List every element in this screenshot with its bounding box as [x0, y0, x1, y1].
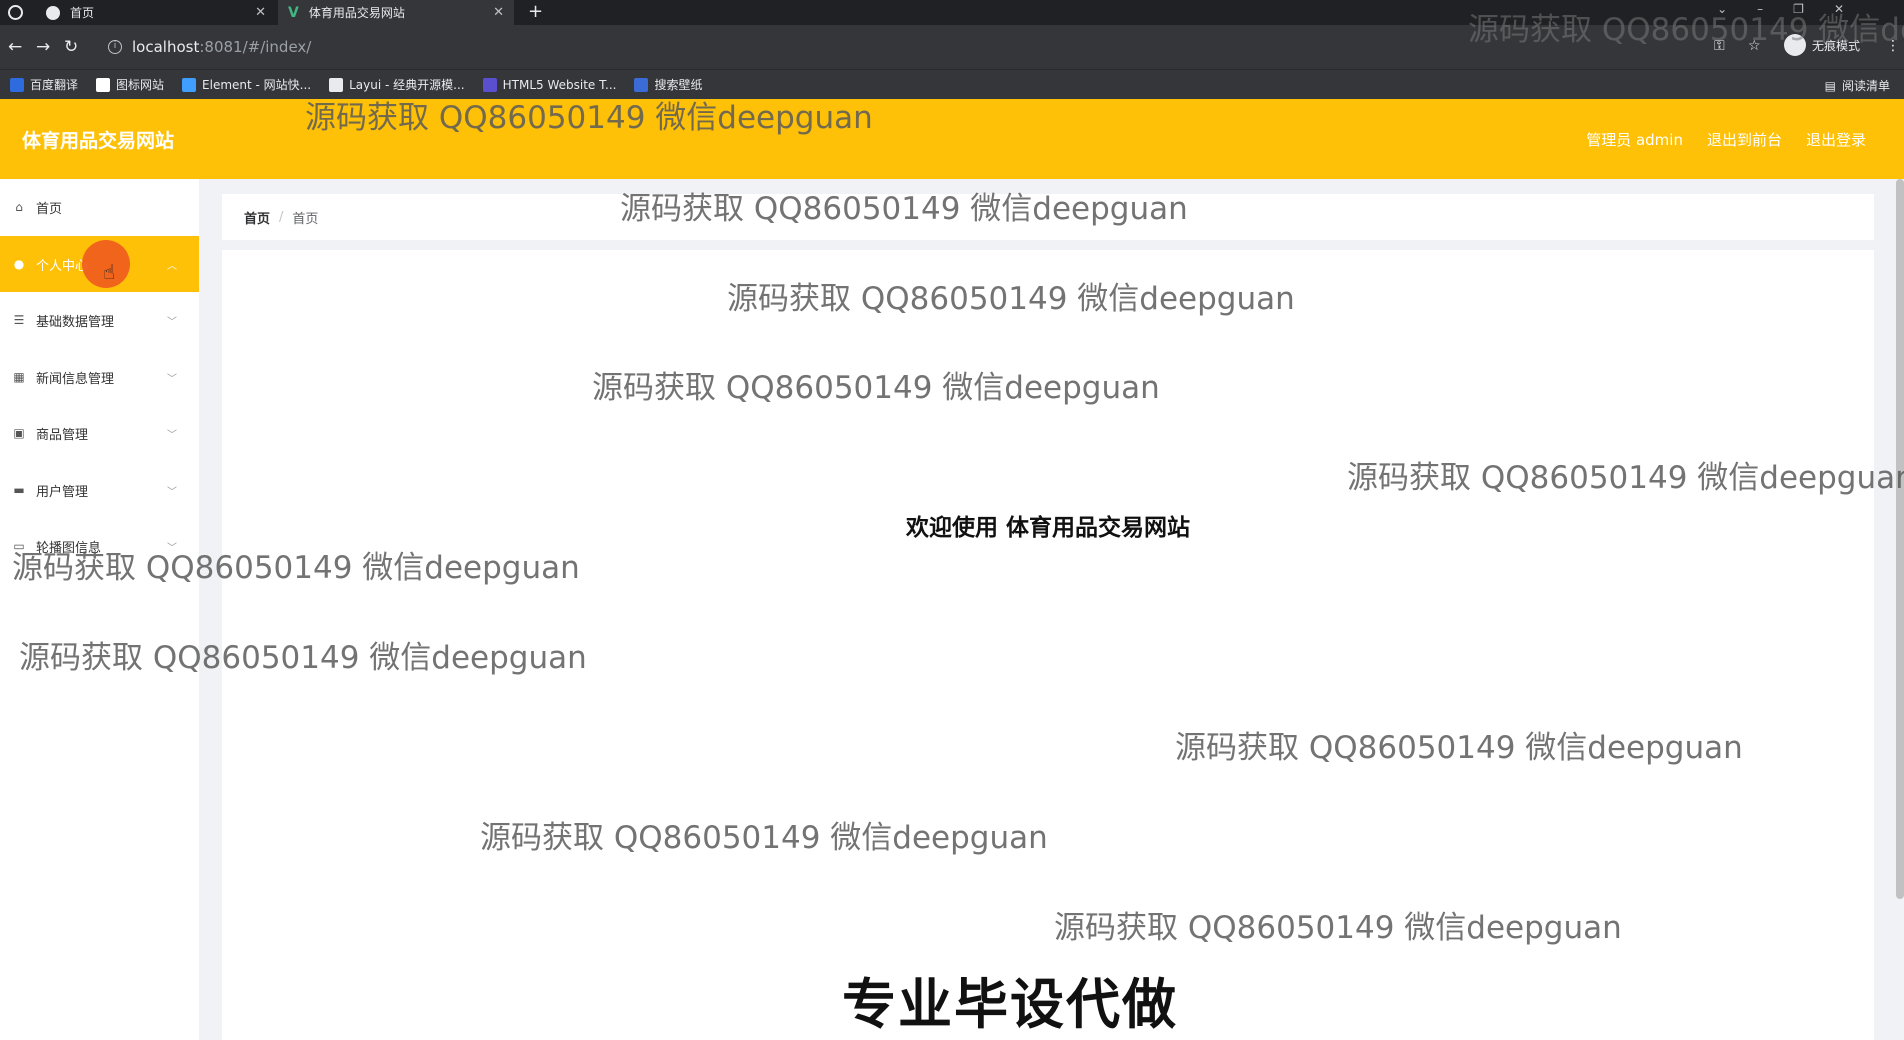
- user-icon: ●: [13, 257, 25, 271]
- bookmark-item[interactable]: Element - 网站快...: [182, 76, 311, 93]
- flag-icon: [96, 77, 111, 92]
- watermark: 源码获取 QQ86050149 微信deepguan: [1175, 730, 1743, 766]
- url-path: :8081/#/index/: [199, 38, 312, 56]
- grid-icon: ▦: [13, 370, 25, 384]
- bookmark-item[interactable]: 百度翻译: [10, 76, 78, 93]
- sidebar-item-label: 基础数据管理: [36, 314, 115, 330]
- back-icon[interactable]: ←: [8, 37, 22, 57]
- clipboard-icon: ▣: [13, 426, 25, 440]
- list-icon: ☰: [13, 313, 25, 327]
- sidebar-item-label: 首页: [36, 201, 63, 217]
- bookmark-item[interactable]: 搜索壁纸: [634, 76, 702, 93]
- admin-label: 管理员 admin: [1586, 131, 1683, 149]
- watermark: 源码获取 QQ86050149 微信deepguan: [480, 820, 1048, 856]
- home-icon: ⌂: [15, 200, 23, 214]
- watermark: 源码获取 QQ86050149 微信deepguan: [727, 281, 1295, 317]
- sidebar-item-label: 个人中心: [36, 258, 89, 274]
- site-info-icon[interactable]: i: [108, 40, 122, 54]
- sidebar-item-home[interactable]: ⌂ 首页: [0, 179, 199, 235]
- back-to-front-link[interactable]: 退出到前台: [1707, 129, 1782, 150]
- globe-icon: [46, 5, 60, 20]
- close-tab-icon[interactable]: ✕: [255, 5, 266, 20]
- chevron-down-icon: ﹀: [167, 373, 177, 385]
- bookmark-item[interactable]: Layui - 经典开源模...: [329, 76, 465, 93]
- watermark: 源码获取 QQ86050149 微信deepguan: [1468, 12, 1904, 48]
- sidebar-item-label: 用户管理: [36, 484, 89, 500]
- browser-icon: [8, 5, 23, 20]
- watermark: 源码获取 QQ86050149 微信deepguan: [620, 191, 1188, 227]
- watermark: 源码获取 QQ86050149 微信deepguan: [305, 100, 873, 136]
- bookmark-label: HTML5 Website T...: [502, 77, 617, 92]
- sidebar: ⌂ 首页 ● 个人中心 ︿ ☰ 基础数据管理 ﹀ ▦ 新闻信息管理 ﹀ ▣ 商品…: [0, 179, 199, 1040]
- vue-logo-icon: V: [288, 4, 299, 21]
- close-tab-icon[interactable]: ✕: [493, 5, 504, 20]
- bookmark-label: 百度翻译: [30, 78, 79, 92]
- sidebar-item-basic-data[interactable]: ☰ 基础数据管理 ﹀: [0, 292, 199, 348]
- watermark: 源码获取 QQ86050149 微信deepguan: [1347, 460, 1904, 496]
- url-host: localhost: [132, 38, 200, 56]
- reading-list-label: 阅读清单: [1841, 79, 1890, 93]
- bookmark-item[interactable]: 图标网站: [96, 76, 164, 93]
- sidebar-item-goods[interactable]: ▣ 商品管理 ﹀: [0, 405, 199, 461]
- logout-link[interactable]: 退出登录: [1806, 129, 1866, 150]
- chevron-down-icon: ﹀: [167, 486, 177, 498]
- hand-cursor-icon: ☝: [103, 260, 116, 284]
- bookmark-label: Element - 网站快...: [202, 78, 312, 92]
- watermark: 源码获取 QQ86050149 微信deepguan: [592, 370, 1160, 406]
- breadcrumb-separator: /: [279, 209, 284, 225]
- bookmark-label: Layui - 经典开源模...: [349, 78, 465, 92]
- chevron-up-icon: ︿: [167, 260, 177, 272]
- reload-icon[interactable]: ↻: [64, 37, 78, 57]
- browser-tab-active[interactable]: V 体育用品交易网站 ✕: [278, 0, 514, 25]
- layui-icon: [329, 77, 344, 92]
- bookmarks-bar: 百度翻译 图标网站 Element - 网站快... Layui - 经典开源模…: [0, 69, 1904, 99]
- html5-icon: [482, 77, 497, 92]
- browser-tab-home[interactable]: 首页 ✕: [36, 0, 276, 25]
- site-title: 体育用品交易网站: [22, 130, 175, 152]
- chevron-down-icon: ﹀: [167, 429, 177, 441]
- sidebar-item-label: 商品管理: [36, 427, 89, 443]
- address-bar[interactable]: i localhost :8081/#/index/: [98, 32, 1708, 62]
- sidebar-item-label: 新闻信息管理: [36, 371, 115, 387]
- watermark: 源码获取 QQ86050149 微信deepguan: [1054, 910, 1622, 946]
- header-links: 管理员 admin 退出到前台 退出登录: [1562, 129, 1866, 150]
- wallpaper-icon: [634, 77, 649, 92]
- bookmark-icon: [10, 77, 24, 92]
- tab-label: 体育用品交易网站: [308, 6, 405, 20]
- tab-label: 首页: [70, 6, 95, 20]
- new-tab-icon[interactable]: +: [528, 1, 543, 22]
- bookmark-label: 图标网站: [116, 78, 165, 92]
- welcome-text: 欢迎使用 体育用品交易网站: [905, 515, 1190, 541]
- bookmark-item[interactable]: HTML5 Website T...: [482, 77, 617, 92]
- element-icon: [182, 77, 197, 92]
- reading-list[interactable]: ▤ 阅读清单: [1825, 77, 1890, 94]
- bookmark-label: 搜索壁纸: [654, 78, 703, 92]
- breadcrumb-home[interactable]: 首页: [244, 208, 270, 227]
- page-scrollbar[interactable]: [1896, 179, 1904, 899]
- promo-banner-text: 专业毕设代做: [842, 973, 1178, 1036]
- forward-icon[interactable]: →: [36, 37, 50, 57]
- sidebar-item-users[interactable]: ▬ 用户管理 ﹀: [0, 462, 199, 518]
- watermark: 源码获取 QQ86050149 微信deepguan: [12, 550, 580, 586]
- watermark: 源码获取 QQ86050149 微信deepguan: [19, 640, 587, 676]
- reading-list-icon: ▤: [1824, 78, 1836, 93]
- app-header: 体育用品交易网站 管理员 admin 退出到前台 退出登录: [0, 99, 1904, 179]
- monitor-icon: ▬: [13, 483, 25, 497]
- sidebar-item-news[interactable]: ▦ 新闻信息管理 ﹀: [0, 349, 199, 405]
- chevron-down-icon: ﹀: [167, 316, 177, 328]
- breadcrumb-current: 首页: [292, 211, 319, 227]
